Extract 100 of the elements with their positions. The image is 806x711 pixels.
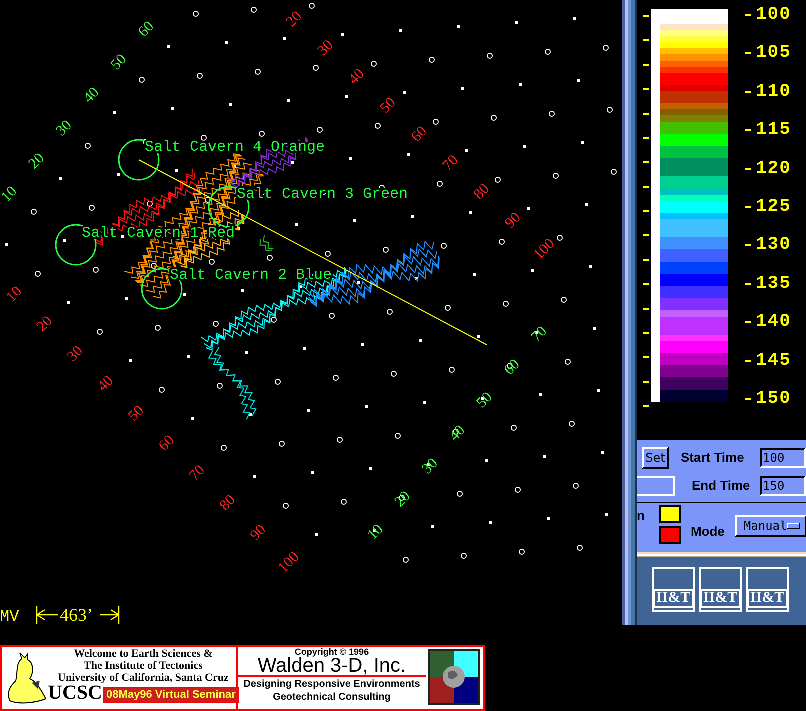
end-time-label: End Time	[692, 477, 750, 496]
grid-label: 90	[248, 522, 270, 544]
grid-label: 60	[156, 432, 178, 455]
welcome-text: University of California, Santa Cruz	[58, 672, 229, 684]
tick-mark	[745, 282, 751, 285]
tick-mark	[643, 283, 649, 286]
end-time-field[interactable]: 150	[760, 476, 806, 496]
tick-mark	[643, 161, 649, 164]
grid-label: 20	[26, 150, 48, 173]
tagline-text: Designing Responsive Environments	[244, 678, 420, 691]
scale-value: 120	[756, 160, 792, 178]
tick-mark	[745, 360, 751, 362]
grid-label: 100	[531, 236, 558, 264]
scale-value: 125	[756, 198, 792, 216]
grid-label: 20	[392, 488, 414, 511]
grid-label: 40	[346, 66, 368, 88]
tick-mark	[745, 398, 751, 400]
tick-mark	[643, 380, 649, 383]
grid-label: 10	[364, 522, 387, 544]
tagline-text: Geotechnical Consulting	[273, 691, 391, 704]
grid-label: 10	[4, 284, 26, 306]
slug-mascot-icon	[6, 651, 48, 705]
start-time-field[interactable]: 100	[760, 448, 806, 468]
grid-label: 100	[276, 549, 303, 576]
tick-mark	[643, 136, 649, 139]
grid-label: 40	[95, 373, 118, 395]
grid-label: 20	[284, 8, 306, 31]
tick-mark	[745, 129, 751, 132]
logo-text: II&T	[700, 589, 741, 608]
grid-label: 40	[80, 84, 103, 107]
globe-logo-icon	[428, 649, 480, 705]
grid-label: 80	[217, 492, 240, 514]
text-field[interactable]	[637, 476, 675, 496]
color-swatch[interactable]	[658, 526, 681, 544]
grid-label: 50	[474, 390, 496, 412]
grid-label: 50	[377, 94, 400, 117]
grid-label: 40	[446, 422, 469, 445]
tick-mark	[643, 308, 649, 310]
set-button[interactable]: Set	[642, 447, 669, 469]
scale-unit: MV	[0, 608, 20, 625]
tick-mark	[643, 112, 649, 114]
label-text: n	[637, 509, 645, 522]
grid-label: 60	[136, 18, 158, 41]
grid-label: 70	[440, 152, 462, 174]
tick-mark	[643, 39, 649, 42]
tick-mark	[643, 332, 649, 334]
school-name: UCSC	[48, 684, 102, 703]
copyright-text: Copyright © 1996	[294, 647, 370, 657]
grid-label: 90	[502, 210, 524, 232]
tick-mark	[643, 64, 649, 66]
tick-mark	[643, 405, 649, 407]
scale-value: 130	[756, 236, 792, 254]
tick-mark	[643, 88, 649, 90]
logo-text: II&T	[653, 589, 694, 608]
scale-value: 140	[756, 313, 792, 332]
grid-label: 20	[34, 313, 56, 336]
grid-label: 10	[0, 184, 21, 206]
tick-mark	[745, 90, 751, 93]
scale-value: 115	[756, 121, 792, 140]
grid-label: 50	[108, 52, 130, 74]
tick-mark	[643, 234, 649, 236]
color-swatch[interactable]	[658, 505, 681, 523]
grid-label: 70	[528, 324, 551, 346]
tick-mark	[643, 210, 649, 212]
grid-label: 50	[126, 402, 148, 425]
scale-value: 105	[756, 44, 792, 62]
tick-mark	[745, 52, 751, 54]
scale-value: 110	[756, 82, 792, 101]
grid-label: 60	[408, 124, 431, 146]
tick-mark	[745, 14, 751, 16]
start-time-label: Start Time	[681, 449, 744, 468]
tick-mark	[745, 321, 751, 324]
tick-mark	[643, 356, 649, 358]
grid-label: 80	[471, 181, 494, 204]
scale-value: 135	[756, 274, 792, 293]
welcome-text: Welcome to Earth Sciences &	[74, 648, 213, 660]
mode-dropdown[interactable]: Manual	[734, 515, 806, 537]
tick-mark	[745, 206, 751, 208]
scale-value: 100	[756, 6, 792, 24]
grid-label: 60	[501, 356, 524, 379]
grid-label: 70	[186, 462, 209, 484]
grid-label: 30	[419, 456, 442, 478]
tick-mark	[643, 186, 649, 188]
tick-mark	[745, 244, 751, 246]
dropdown-indicator-icon	[787, 523, 800, 529]
company-name: Walden 3-D, Inc.	[258, 657, 406, 676]
scale-distance: 463’	[60, 605, 93, 625]
tick-mark	[643, 15, 649, 17]
welcome-text: The Institute of Tectonics	[84, 660, 203, 672]
grid-label: 30	[314, 37, 337, 60]
dimension-arrow	[99, 605, 120, 625]
mode-label: Mode	[690, 525, 725, 538]
seminar-label: 08May96 Virtual Seminar	[103, 687, 239, 703]
dimension-arrow	[36, 605, 59, 625]
grid-label: 30	[53, 118, 76, 140]
tick-mark	[745, 168, 751, 170]
scale-value: 145	[756, 352, 792, 370]
scale-value: 150	[756, 390, 792, 408]
logo-text: II&T	[747, 589, 788, 608]
grid-label: 30	[64, 343, 87, 366]
